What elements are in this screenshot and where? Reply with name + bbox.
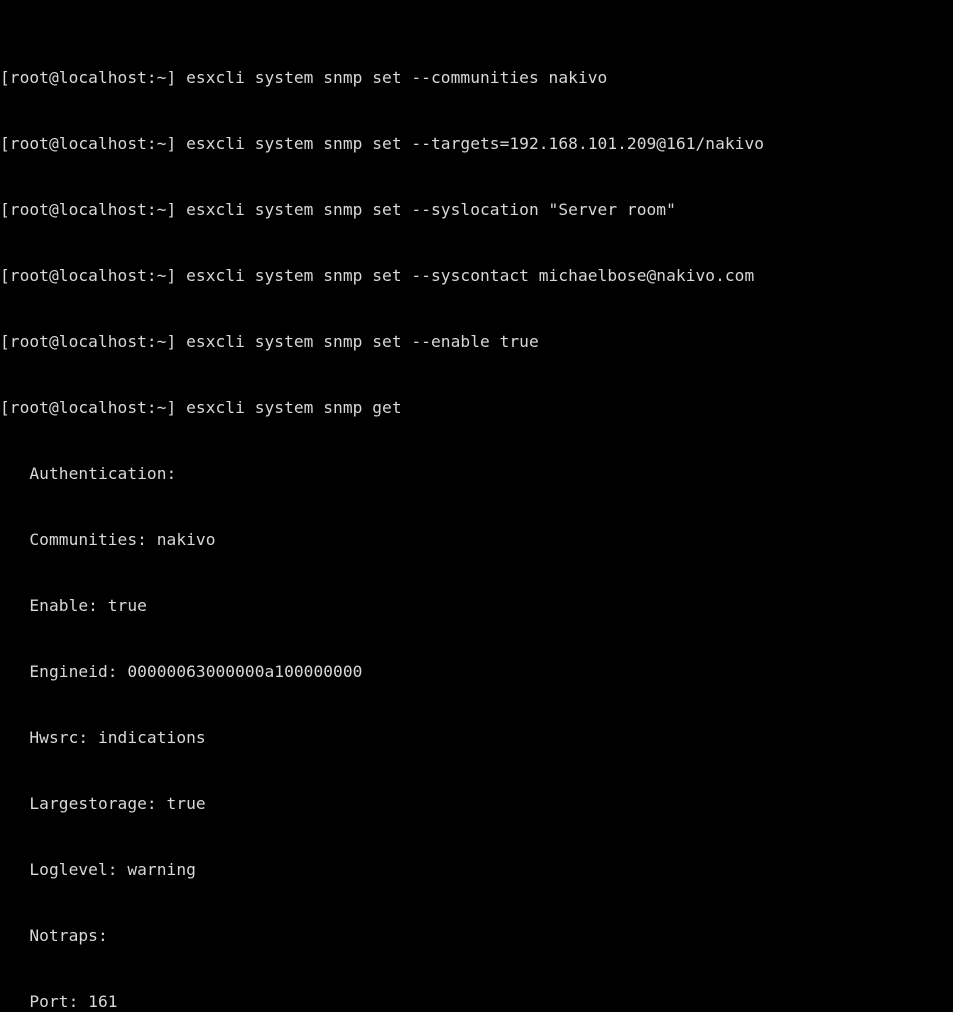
terminal-line: Largestorage: true: [0, 794, 206, 813]
terminal-line: Communities: nakivo: [0, 530, 216, 549]
terminal-line: [root@localhost:~] esxcli system snmp se…: [0, 200, 676, 219]
terminal-screen[interactable]: [root@localhost:~] esxcli system snmp se…: [0, 0, 953, 1011]
terminal-line: Loglevel: warning: [0, 860, 196, 879]
terminal-line: Port: 161: [0, 992, 118, 1011]
terminal-line: Engineid: 00000063000000a100000000: [0, 662, 363, 681]
terminal-line: [root@localhost:~] esxcli system snmp se…: [0, 332, 539, 351]
terminal-line: Notraps:: [0, 926, 108, 945]
terminal-line: [root@localhost:~] esxcli system snmp ge…: [0, 398, 402, 417]
terminal-line: Enable: true: [0, 596, 147, 615]
terminal-line: [root@localhost:~] esxcli system snmp se…: [0, 134, 765, 153]
terminal-line: [root@localhost:~] esxcli system snmp se…: [0, 68, 608, 87]
terminal-line: Hwsrc: indications: [0, 728, 206, 747]
terminal-line: Authentication:: [0, 464, 177, 483]
terminal-line: [root@localhost:~] esxcli system snmp se…: [0, 266, 755, 285]
